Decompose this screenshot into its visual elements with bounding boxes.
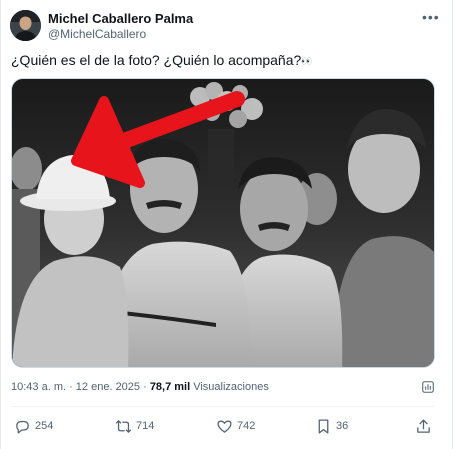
- author-name[interactable]: Michel Caballero Palma: [48, 11, 193, 26]
- repost-count: 714: [136, 420, 155, 432]
- action-bar: 254 714 742 36: [1, 416, 453, 436]
- like-button[interactable]: 742: [216, 416, 255, 436]
- avatar[interactable]: [10, 10, 41, 41]
- bookmark-button[interactable]: 36: [315, 416, 348, 436]
- like-count: 742: [237, 420, 256, 432]
- repost-icon: [115, 419, 132, 433]
- views-label: Visualizaciones: [190, 381, 269, 393]
- share-button[interactable]: [415, 416, 432, 436]
- repost-button[interactable]: 714: [115, 416, 154, 436]
- heart-icon: [217, 420, 232, 433]
- reply-icon: [16, 420, 29, 434]
- tweet-photo[interactable]: [11, 78, 435, 368]
- analytics-icon[interactable]: [421, 379, 435, 395]
- more-horizontal-icon[interactable]: •••: [422, 9, 440, 25]
- tweet-card: Michel Caballero Palma @MichelCaballero …: [0, 0, 453, 449]
- bookmark-count: 36: [336, 420, 349, 432]
- reply-button[interactable]: 254: [14, 416, 53, 436]
- tweet-text: ¿Quién es el de la foto? ¿Quién lo acomp…: [11, 52, 313, 68]
- share-icon: [417, 418, 430, 433]
- divider: [11, 406, 435, 407]
- avatar-image: [10, 10, 41, 41]
- author-handle[interactable]: @MichelCaballero: [48, 27, 146, 41]
- timestamp[interactable]: 10:43 a. m. · 12 ene. 2025 ·: [11, 381, 150, 393]
- views-count: 78,7 mil: [149, 381, 191, 393]
- eyes-emoji: 👀: [301, 56, 312, 66]
- tweet-text-body: ¿Quién es el de la foto? ¿Quién lo acomp…: [11, 52, 302, 68]
- tweet-metadata: 10:43 a. m. · 12 ene. 2025 · 78,7 mil Vi…: [11, 381, 269, 393]
- bookmark-icon: [318, 418, 329, 434]
- photo-image: [12, 79, 434, 367]
- reply-count: 254: [35, 420, 54, 432]
